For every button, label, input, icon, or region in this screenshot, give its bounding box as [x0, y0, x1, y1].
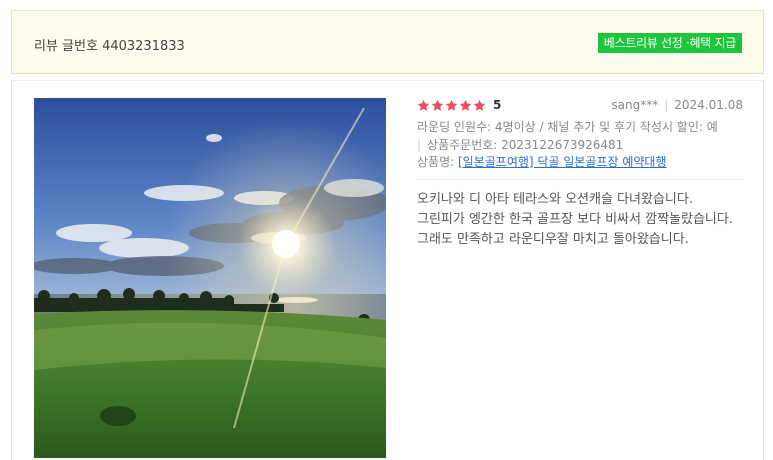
rating-score: 5	[493, 98, 502, 112]
review-page: 리뷰 글번호 4403231833 베스트리뷰 선정 ·혜택 지급 5 sang…	[0, 0, 773, 460]
review-number: 리뷰 글번호 4403231833	[34, 39, 185, 54]
product-info: 상품명: [일본골프여행] 닥골 일본골프장 예약대행	[417, 154, 743, 171]
star-icon	[431, 99, 444, 111]
star-icon	[473, 99, 486, 111]
review-date: 2024.01.08	[674, 98, 743, 112]
star-icon	[445, 99, 458, 111]
review-info: 5 sang*** | 2024.01.08 라운딩 인원수: 4명이상 / 채널 …	[417, 98, 743, 250]
review-header: 리뷰 글번호 4403231833 베스트리뷰 선정 ·혜택 지급	[11, 10, 764, 74]
best-review-badge: 베스트리뷰 선정 ·혜택 지급	[597, 33, 742, 53]
golf-course-sunset-image	[34, 98, 386, 458]
review-photo[interactable]	[34, 98, 386, 458]
product-label: 상품명:	[417, 155, 455, 169]
divider	[417, 179, 743, 180]
order-info: | 상품주문번호: 2023122673926481	[417, 137, 743, 154]
review-card: 5 sang*** | 2024.01.08 라운딩 인원수: 4명이상 / 채널 …	[11, 80, 764, 460]
rating-row: 5 sang*** | 2024.01.08	[417, 98, 743, 118]
product-name-link[interactable]: [일본골프여행] 닥골 일본골프장 예약대행	[458, 155, 667, 169]
star-icon	[417, 99, 430, 111]
order-number: 상품주문번호: 2023122673926481	[427, 138, 624, 152]
meta-separator: |	[664, 98, 669, 112]
option-info: 라운딩 인원수: 4명이상 / 채널 추가 및 후기 작성시 할인: 예	[417, 120, 718, 134]
order-separator: |	[417, 138, 422, 152]
review-author: sang***	[611, 98, 659, 112]
review-body: 오키나와 디 아타 테라스와 오션캐슬 다녀왔습니다. 그린피가 엥간한 한국 …	[417, 192, 733, 247]
review-meta: sang*** | 2024.01.08	[611, 98, 743, 112]
star-rating	[417, 99, 486, 112]
star-icon	[459, 99, 472, 111]
